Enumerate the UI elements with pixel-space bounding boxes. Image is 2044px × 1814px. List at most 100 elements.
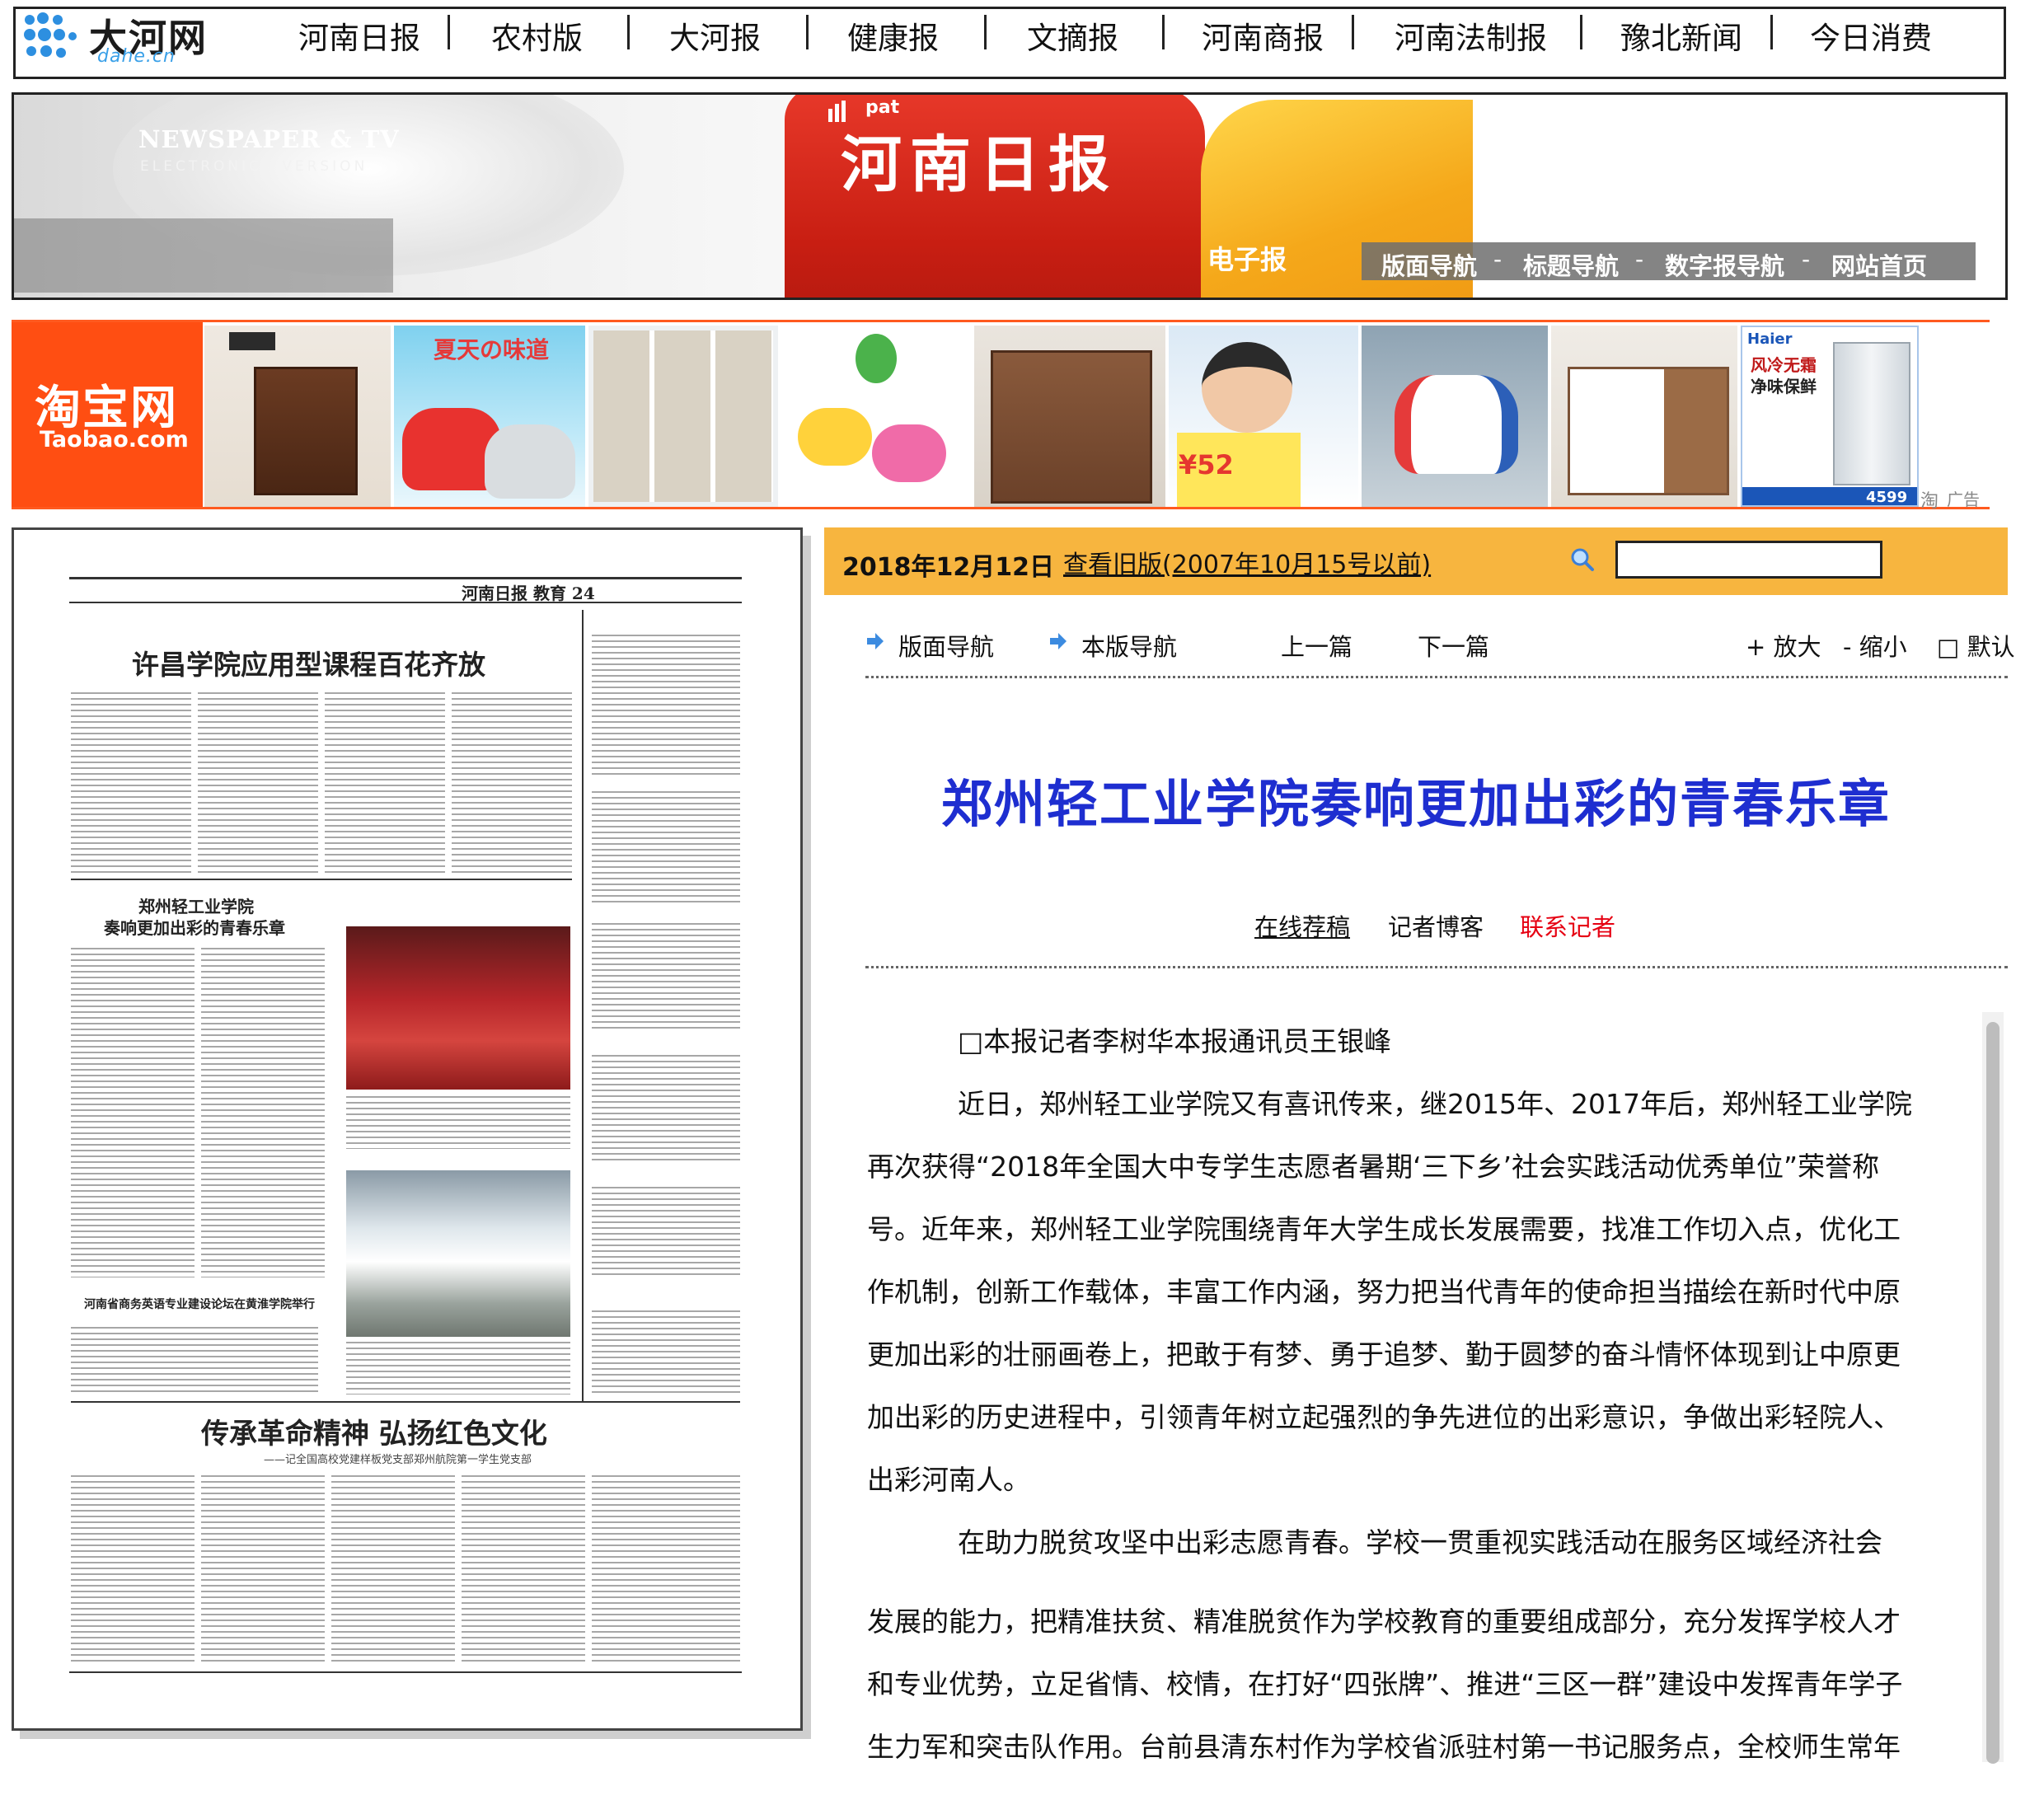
nav-separator xyxy=(448,15,450,49)
paper-col-divider xyxy=(582,610,584,1401)
paper-text-block xyxy=(71,692,191,874)
ad-product-cabinet[interactable] xyxy=(204,326,391,507)
banner-menu-title-nav[interactable]: 标题导航 xyxy=(1523,247,1619,282)
banner-label-panel xyxy=(14,218,393,293)
nav-henan-legal[interactable]: 河南法制报 xyxy=(1395,13,1547,58)
paper-bottom-rule xyxy=(69,1671,742,1673)
banner-menu-home[interactable]: 网站首页 xyxy=(1831,247,1927,282)
paper-text-block xyxy=(71,1327,318,1393)
paper-top-rule xyxy=(69,577,742,579)
shoe-cabinet-image xyxy=(991,350,1152,504)
paper-headline-4[interactable]: 传承革命精神 弘扬红色文化 xyxy=(201,1411,547,1451)
haier-brand: Haier xyxy=(1747,330,1793,348)
paper-text-block xyxy=(346,1096,570,1149)
page-nav-link[interactable]: 版面导航 xyxy=(898,628,994,663)
paper-text-block xyxy=(452,692,572,874)
nav-separator xyxy=(627,15,630,49)
paper-text-block xyxy=(592,1475,740,1665)
ad-product-sandals[interactable] xyxy=(781,326,971,507)
next-article-link[interactable]: 下一篇 xyxy=(1418,628,1489,663)
zoom-in-button[interactable]: + 放大 xyxy=(1746,628,1821,663)
nav-henan-daily[interactable]: 河南日报 xyxy=(298,13,420,58)
ad-product-shoe-cabinet[interactable] xyxy=(974,326,1165,507)
paper-text-block xyxy=(592,1310,740,1393)
default-size-button[interactable]: □ 默认 xyxy=(1937,628,2015,663)
fridge-image xyxy=(1833,342,1910,485)
paper-text-block xyxy=(331,1475,455,1665)
white-cabinet-image xyxy=(1568,367,1729,495)
banner-menu-digital-nav[interactable]: 数字报导航 xyxy=(1665,247,1784,282)
banner-title: 河南日报 xyxy=(841,129,1118,200)
paper-headline-3[interactable]: 河南省商务英语专业建设论坛在黄淮学院举行 xyxy=(76,1296,323,1312)
sandal-plant-image xyxy=(856,334,897,383)
sandal-image-2 xyxy=(872,424,946,482)
article-paragraph-1-line: 再次获得“2018年全国大中专学生志愿者暑期‘三下乡’社会实践活动优秀单位”荣誉… xyxy=(867,1151,1880,1183)
ad-product-haier-fridge[interactable]: Haier 风冷无霜 净味保鲜 4599 xyxy=(1741,326,1919,507)
nav-today-consume[interactable]: 今日消费 xyxy=(1810,13,1932,58)
zoom-out-button[interactable]: - 缩小 xyxy=(1843,628,1907,663)
paper-text-block xyxy=(201,948,325,1277)
search-icon[interactable] xyxy=(1570,547,1594,571)
article-scrollbar-thumb[interactable] xyxy=(1986,1022,1999,1764)
price-tag: ¥52 xyxy=(1179,449,1234,480)
nav-separator xyxy=(1770,15,1773,49)
ad-product-white-cabinet[interactable] xyxy=(1551,326,1737,507)
paper-text-block xyxy=(592,1187,740,1277)
cabinet-tag xyxy=(229,332,275,350)
contact-reporter-link[interactable]: 联系记者 xyxy=(1520,908,1615,943)
paper-headline-2b[interactable]: 奏响更加出彩的青春乐章 xyxy=(104,915,285,939)
nav-digest[interactable]: 文摘报 xyxy=(1027,13,1118,58)
article-paragraph-1-line: 号。近年来，郑州轻工业学院围绕青年大学生成长发展需要，找准工作切入点，优化工 xyxy=(867,1213,1901,1245)
banner-menu-sep: - xyxy=(1802,246,1811,273)
this-page-nav-link[interactable]: 本版导航 xyxy=(1081,628,1177,663)
article-paragraph-1-line: 加出彩的历史进程中，引领青年树立起强烈的争先进位的出彩意识，争做出彩轻院人、 xyxy=(867,1401,1901,1433)
paper-masthead-rule xyxy=(69,602,742,603)
article-paragraph-1-line: 更加出彩的壮丽画卷上，把敢于有梦、勇于追梦、勤于圆梦的奋斗情怀体现到让中原更 xyxy=(867,1338,1901,1371)
paper-text-block xyxy=(592,791,740,907)
paper-subhead-4: ——记全国高校党建样板党支部郑州航院第一学生党支部 xyxy=(264,1454,532,1466)
ad-product-baby-shoe[interactable] xyxy=(1362,326,1548,507)
taobao-brand-en: Taobao.com xyxy=(40,427,189,452)
nav-rural-edition[interactable]: 农村版 xyxy=(491,13,583,58)
reporter-blog-link[interactable]: 记者博客 xyxy=(1388,908,1484,943)
ad-product-kids-clothes[interactable] xyxy=(588,326,778,507)
paper-text-block xyxy=(71,1475,195,1665)
issue-date: 2018年12月12日 xyxy=(842,553,1054,582)
paper-text-block xyxy=(346,1342,570,1394)
nav-dahe-bao[interactable]: 大河报 xyxy=(669,13,761,58)
article-paragraph-2-line: 发展的能力，把精准扶贫、精准脱贫作为学校教育的重要组成部分，充分发挥学校人才 xyxy=(867,1605,1901,1638)
kids-grid-image xyxy=(593,330,773,502)
search-input[interactable] xyxy=(1615,541,1882,579)
paper-masthead: 河南日报 教育 24 xyxy=(462,584,595,603)
ad-product-red-shoe[interactable]: 夏天の味道 xyxy=(394,326,585,507)
cabinet-image xyxy=(254,367,358,495)
arrow-right-icon xyxy=(865,631,885,651)
old-version-link[interactable]: 查看旧版(2007年10月15号以前) xyxy=(1063,544,1431,580)
banner-newspaper-tv: NEWSPAPER & TV xyxy=(138,125,400,153)
paper-photo-drill xyxy=(346,1170,570,1337)
nav-separator xyxy=(806,15,809,49)
banner-menu-sep: - xyxy=(1493,246,1503,273)
ad-label: 广告 xyxy=(1947,490,1980,509)
nav-health[interactable]: 健康报 xyxy=(847,13,939,58)
banner-menu-sep: - xyxy=(1635,246,1644,273)
toolbar-divider xyxy=(865,676,2008,678)
nav-separator xyxy=(1352,15,1354,49)
banner-menu-page-nav[interactable]: 版面导航 xyxy=(1381,247,1477,282)
prev-article-link[interactable]: 上一篇 xyxy=(1281,628,1353,663)
ad-product-kids-hat[interactable]: ¥52 xyxy=(1169,326,1358,507)
logo-dots-icon xyxy=(24,12,77,58)
taobao-small-icon: 淘 xyxy=(1920,491,1939,512)
logo-subtext: dahe.cn xyxy=(97,46,176,67)
paper-text-block xyxy=(592,635,740,775)
article-paragraph-1-line: 出彩河南人。 xyxy=(867,1464,1030,1496)
paper-headline-1[interactable]: 许昌学院应用型课程百花齐放 xyxy=(132,643,485,682)
nav-yubei-news[interactable]: 豫北新闻 xyxy=(1620,13,1742,58)
fridge-price: 4599 xyxy=(1866,489,1908,506)
submit-online-link[interactable]: 在线荐稿 xyxy=(1254,908,1350,943)
banner-subtitle: 电子报 xyxy=(1207,244,1287,275)
paper-headline-2a[interactable]: 郑州轻工业学院 xyxy=(138,893,254,917)
nav-henan-business[interactable]: 河南商报 xyxy=(1202,13,1324,58)
sandal-image xyxy=(798,408,872,466)
arrow-right-icon xyxy=(1048,631,1068,651)
